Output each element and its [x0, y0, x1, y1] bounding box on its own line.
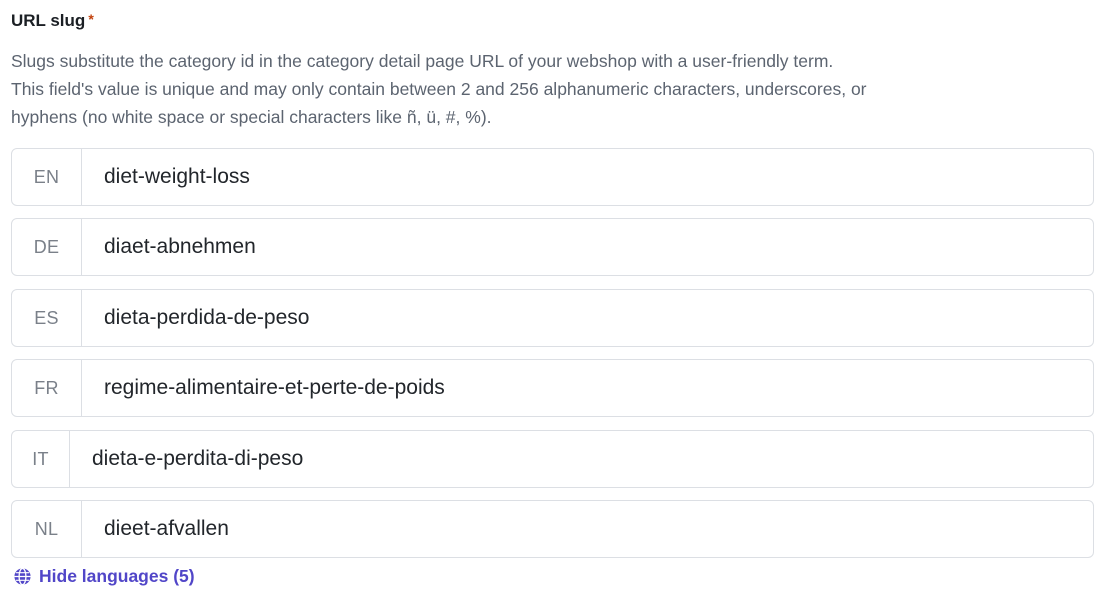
hide-languages-label: Hide languages (5) [39, 566, 195, 586]
language-code-en: EN [12, 149, 82, 205]
globe-icon [14, 567, 31, 586]
slug-value-es[interactable]: dieta-perdida-de-peso [82, 290, 1093, 346]
language-code-es: ES [12, 290, 82, 346]
slug-value-en[interactable]: diet-weight-loss [82, 149, 1093, 205]
help-line: Slugs substitute the category id in the … [11, 51, 834, 71]
url-slug-field-group: URL slug * Slugs substitute the category… [0, 0, 1100, 601]
language-code-fr: FR [12, 360, 82, 416]
slug-value-de[interactable]: diaet-abnehmen [82, 219, 1093, 275]
hide-languages-button[interactable]: Hide languages (5) [13, 566, 195, 587]
slug-input-fr[interactable]: FR regime-alimentaire-et-perte-de-poids [11, 359, 1094, 417]
slug-input-nl[interactable]: NL dieet-afvallen [11, 500, 1094, 558]
slug-input-es[interactable]: ES dieta-perdida-de-peso [11, 289, 1094, 347]
slug-value-fr[interactable]: regime-alimentaire-et-perte-de-poids [82, 360, 1093, 416]
help-line: hyphens (no white space or special chara… [11, 107, 492, 127]
help-text: Slugs substitute the category id in the … [11, 47, 1091, 131]
help-line: This field's value is unique and may onl… [11, 79, 867, 99]
slug-input-de[interactable]: DE diaet-abnehmen [11, 218, 1094, 276]
language-code-nl: NL [12, 501, 82, 557]
language-code-it: IT [12, 431, 70, 487]
field-label: URL slug [11, 11, 86, 30]
slug-value-nl[interactable]: dieet-afvallen [82, 501, 1093, 557]
language-code-de: DE [12, 219, 82, 275]
field-label-row: URL slug * [11, 11, 94, 31]
required-marker: * [88, 11, 94, 27]
slug-input-it[interactable]: IT dieta-e-perdita-di-peso [11, 430, 1094, 488]
slug-value-it[interactable]: dieta-e-perdita-di-peso [70, 431, 1093, 487]
slug-input-en[interactable]: EN diet-weight-loss [11, 148, 1094, 206]
